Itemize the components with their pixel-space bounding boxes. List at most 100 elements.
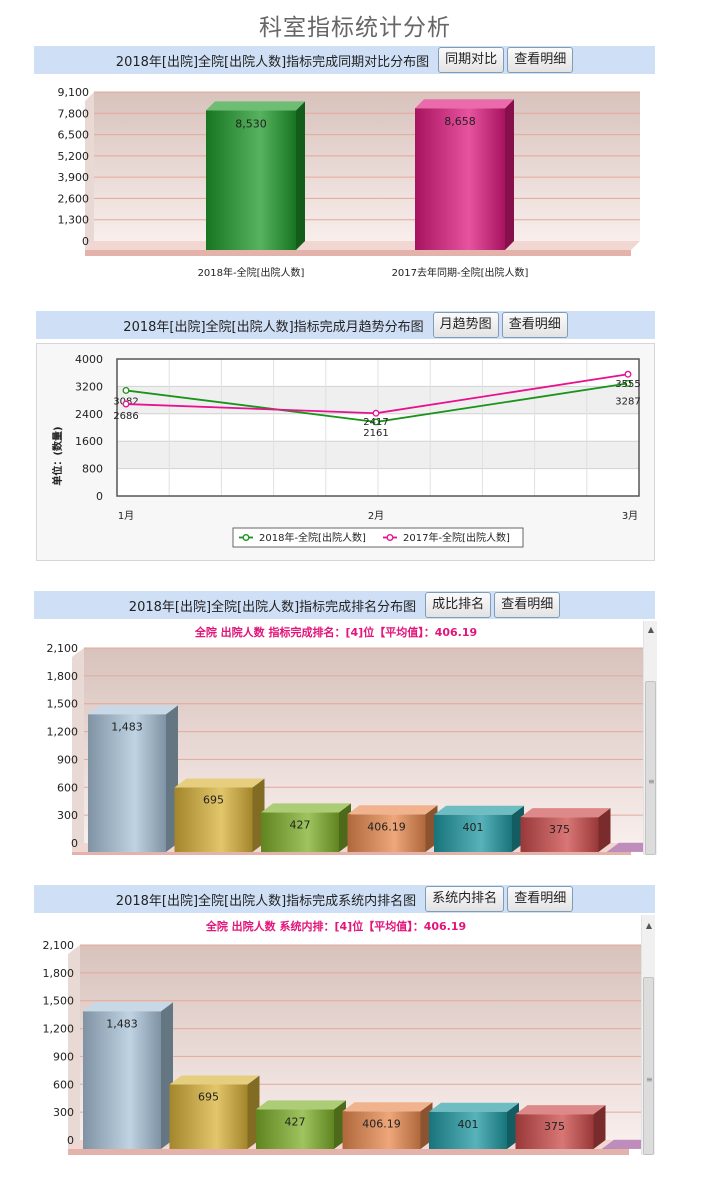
bar-top xyxy=(83,1002,173,1012)
monthly-trend-button[interactable]: 月趋势图 xyxy=(432,312,499,338)
y-tick-label: 6,500 xyxy=(58,129,90,142)
y-tick-label: 800 xyxy=(82,463,103,476)
data-label: 2161 xyxy=(363,428,388,439)
system-ranking-chart-scrollbar[interactable]: ▲ ≡ xyxy=(641,915,655,1155)
y-tick-label: 1,300 xyxy=(58,214,90,227)
series-point xyxy=(122,400,130,408)
y-tick-label: 300 xyxy=(57,809,78,822)
bar-top xyxy=(434,805,524,815)
bar-top xyxy=(415,99,514,109)
y-tick-label: 1,800 xyxy=(47,670,79,683)
data-label: 2686 xyxy=(113,411,138,422)
scroll-up-arrow-icon[interactable]: ▲ xyxy=(644,623,658,637)
ranking-bar-chart: 0 300 600 900 1,200 1,500 1,800 2,100 1,483 695 42… xyxy=(34,621,643,855)
y-axis-label: 单位：(数量) xyxy=(51,426,64,485)
bar-top xyxy=(206,101,305,111)
y-tick-label: 1,200 xyxy=(47,726,79,739)
monthly-trend-line-chart: 08001600240032004000单位：(数量)1月2月3月3082216… xyxy=(36,343,655,561)
bar-front xyxy=(415,108,505,250)
scroll-thumb[interactable]: ≡ xyxy=(645,681,656,855)
x-tick-label: 1月 xyxy=(118,510,134,522)
plot-background xyxy=(94,92,640,241)
data-label: 3555 xyxy=(615,379,640,390)
series-point xyxy=(122,386,130,394)
section-title: 2018年[出院]全院[出院人数]指标完成同期对比分布图 xyxy=(115,54,430,70)
section-header-ranking: 2018年[出院]全院[出院人数]指标完成排名分布图 成比排名 查看明细 xyxy=(34,591,655,619)
view-detail-button[interactable]: 查看明细 xyxy=(507,47,574,73)
chart-subtitle: 全院 出院人数 指标完成排名：[4]位【平均值】：406.19 xyxy=(194,625,477,639)
bar-front xyxy=(88,714,166,852)
y-tick-label: 2,600 xyxy=(58,192,90,205)
chart-subtitle: 全院 出院人数 系统内排：[4]位【平均值】：406.19 xyxy=(205,919,466,933)
y-tick-label: 1600 xyxy=(75,435,103,448)
bar-top xyxy=(347,805,438,815)
y-tick-label: 900 xyxy=(57,753,78,766)
x-tick-label: 3月 xyxy=(622,510,638,522)
scroll-up-arrow-icon[interactable]: ▲ xyxy=(642,919,656,933)
bar-side xyxy=(505,99,514,250)
y-tick-label: 5,200 xyxy=(58,150,90,163)
plot-floor-edge xyxy=(68,1149,629,1155)
bar-value-label: 401 xyxy=(458,1118,479,1131)
bar-value-label: 8,658 xyxy=(444,115,476,128)
legend-label: 2018年-全院[出院人数] xyxy=(259,531,366,544)
bar-top xyxy=(174,778,265,788)
plot-floor-edge xyxy=(72,852,631,855)
bar-top xyxy=(429,1102,519,1112)
ranking-button[interactable]: 成比排名 xyxy=(425,592,492,618)
view-detail-button[interactable]: 查看明细 xyxy=(494,592,561,618)
page-title: 科室指标统计分析 xyxy=(259,15,451,41)
series-point xyxy=(624,370,632,378)
yoy-compare-button[interactable]: 同期对比 xyxy=(438,47,505,73)
y-tick-label: 2,100 xyxy=(43,939,75,952)
bar-top xyxy=(169,1075,260,1085)
bar-front xyxy=(83,1011,161,1149)
bar-value-label: 406.19 xyxy=(362,1117,401,1130)
y-tick-label: 0 xyxy=(82,235,89,248)
y-tick-label: 1,500 xyxy=(47,698,79,711)
system-ranking-button[interactable]: 系统内排名 xyxy=(425,886,505,912)
y-tick-label: 4000 xyxy=(75,353,103,366)
bar-value-label: 1,483 xyxy=(106,1017,138,1030)
bar-top xyxy=(515,1105,606,1115)
bar-value-label: 8,530 xyxy=(235,117,267,130)
x-category-label: 2017去年同期-全院[出院人数] xyxy=(392,266,529,279)
y-tick-label: 300 xyxy=(53,1106,74,1119)
section-title: 2018年[出院]全院[出院人数]指标完成排名分布图 xyxy=(128,599,417,615)
bar-value-label: 375 xyxy=(544,1120,565,1133)
y-tick-label: 900 xyxy=(53,1050,74,1063)
grip-icon: ≡ xyxy=(648,777,655,786)
y-tick-label: 3200 xyxy=(75,380,103,393)
y-tick-label: 600 xyxy=(53,1078,74,1091)
y-tick-label: 600 xyxy=(57,781,78,794)
section-header-yoy: 2018年[出院]全院[出院人数]指标完成同期对比分布图 同期对比 查看明细 xyxy=(34,46,655,74)
bar-value-label: 401 xyxy=(463,821,484,834)
y-tick-label: 7,800 xyxy=(58,107,90,120)
bar-value-label: 375 xyxy=(549,823,570,836)
bar-side xyxy=(296,101,305,250)
grip-icon: ≡ xyxy=(646,1075,653,1084)
ranking-chart-scrollbar[interactable]: ▲ ≡ xyxy=(643,621,657,855)
data-label: 3287 xyxy=(615,396,640,407)
legend-marker xyxy=(242,534,250,541)
y-tick-label: 0 xyxy=(67,1134,74,1147)
y-tick-label: 1,200 xyxy=(43,1023,75,1036)
y-tick-label: 1,500 xyxy=(43,995,75,1008)
view-detail-button[interactable]: 查看明细 xyxy=(501,312,568,338)
series-point xyxy=(372,409,380,417)
x-category-label: 2018年-全院[出院人数] xyxy=(198,266,305,279)
bar-value-label: 1,483 xyxy=(111,720,143,733)
bar-value-label: 695 xyxy=(198,1090,219,1103)
bar-top xyxy=(520,808,611,818)
section-header-trend: 2018年[出院]全院[出院人数]指标完成月趋势分布图 月趋势图 查看明细 xyxy=(36,311,655,339)
scroll-thumb[interactable]: ≡ xyxy=(643,977,654,1155)
bar-value-label: 406.19 xyxy=(367,820,406,833)
bar-top xyxy=(342,1102,433,1112)
legend-marker xyxy=(386,534,394,541)
y-tick-label: 9,100 xyxy=(58,86,90,99)
plot-floor-edge xyxy=(85,250,631,256)
section-header-system-ranking: 2018年[出院]全院[出院人数]指标完成系统内排名图 系统内排名 查看明细 xyxy=(34,885,655,913)
view-detail-button[interactable]: 查看明细 xyxy=(507,886,574,912)
bar-value-label: 695 xyxy=(203,793,224,806)
system-ranking-bar-chart: 0 300 600 900 1,200 1,500 1,800 2,100 1,483 695 42… xyxy=(34,915,641,1155)
